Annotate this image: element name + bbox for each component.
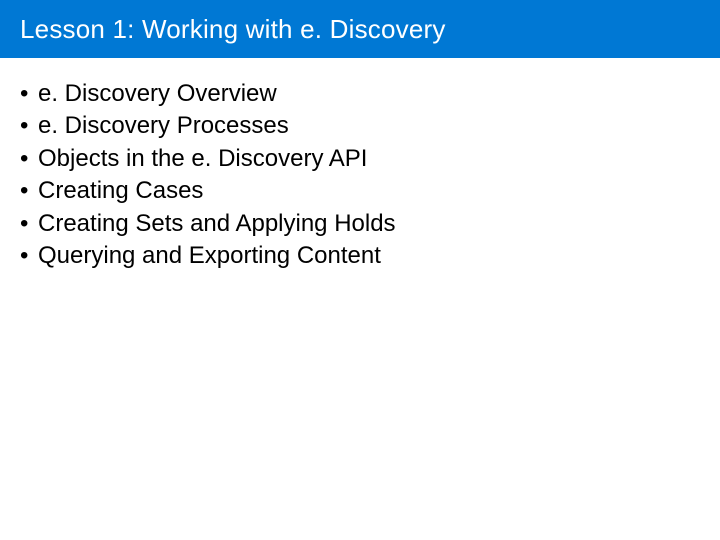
list-item: Querying and Exporting Content (20, 240, 700, 272)
list-item: e. Discovery Overview (20, 78, 700, 110)
bullet-list: e. Discovery Overview e. Discovery Proce… (20, 78, 700, 272)
list-item: Objects in the e. Discovery API (20, 143, 700, 175)
list-item: Creating Cases (20, 175, 700, 207)
list-item: Creating Sets and Applying Holds (20, 208, 700, 240)
slide-header: Lesson 1: Working with e. Discovery (0, 0, 720, 58)
list-item: e. Discovery Processes (20, 110, 700, 142)
slide-title: Lesson 1: Working with e. Discovery (20, 14, 446, 45)
slide-content: e. Discovery Overview e. Discovery Proce… (0, 58, 720, 272)
